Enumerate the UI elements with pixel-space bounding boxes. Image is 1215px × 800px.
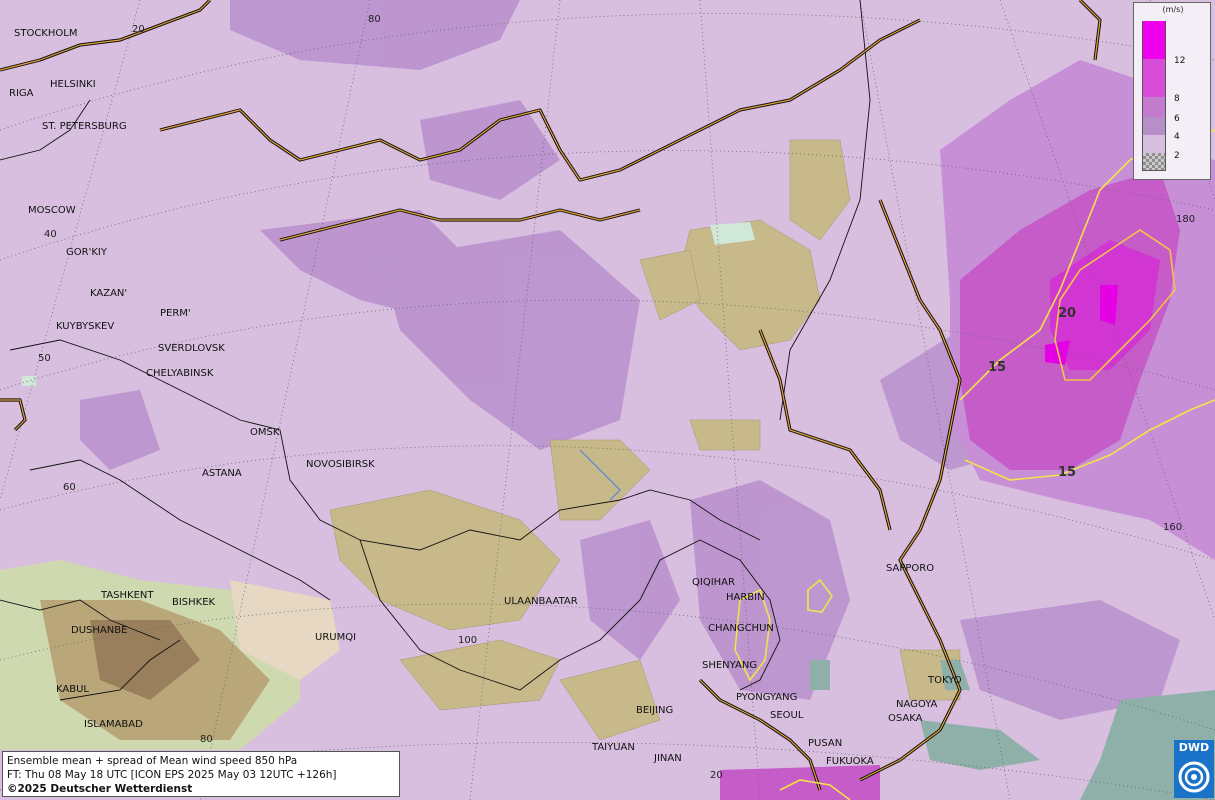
- legend-tick: 2: [1174, 151, 1180, 161]
- dwd-logo: DWD: [1174, 740, 1214, 798]
- city-label: PUSAN: [808, 738, 842, 749]
- grid-label: 180: [1176, 214, 1195, 225]
- city-label: QIQIHAR: [692, 577, 735, 588]
- grid-label: 60: [63, 482, 76, 493]
- legend: (m/s) 12 8 6 4 2: [1133, 2, 1211, 180]
- legend-tick: 12: [1174, 56, 1186, 66]
- grid-label: 20: [132, 24, 145, 35]
- city-label: URUMQI: [315, 632, 356, 643]
- city-label: PYONGYANG: [736, 692, 797, 703]
- city-label: KAZAN': [90, 288, 127, 299]
- legend-swatch-12: [1142, 21, 1166, 59]
- grid-label: 50: [38, 353, 51, 364]
- city-label: HELSINKI: [50, 79, 96, 90]
- contour-label: 15: [1058, 465, 1076, 480]
- legend-tick: 8: [1174, 94, 1180, 104]
- legend-tick: 6: [1174, 114, 1180, 124]
- legend-swatch-4: [1142, 117, 1166, 135]
- city-label: NAGOYA: [896, 699, 938, 710]
- city-label: SAPPORO: [886, 563, 934, 574]
- city-label: ISLAMABAD: [84, 719, 143, 730]
- contour-label: 20: [1058, 306, 1076, 321]
- legend-swatch-0: [1142, 153, 1166, 171]
- city-label: TAIYUAN: [591, 742, 635, 753]
- city-label: STOCKHOLM: [14, 28, 77, 39]
- city-label: KABUL: [56, 684, 89, 695]
- weather-map[interactable]: 20 15 15 20 80 40 50 60 100 80 20 180 16…: [0, 0, 1215, 800]
- dwd-swirl-icon: [1178, 761, 1210, 793]
- grid-label: 160: [1163, 522, 1182, 533]
- legend-swatch-2: [1142, 135, 1166, 153]
- info-box: Ensemble mean + spread of Mean wind spee…: [2, 751, 400, 797]
- city-label: CHANGCHUN: [708, 623, 774, 634]
- grid-label: 80: [368, 14, 381, 25]
- city-label: SVERDLOVSK: [158, 343, 225, 354]
- city-label: ASTANA: [202, 468, 242, 479]
- city-label: CHELYABINSK: [146, 368, 214, 379]
- city-label: ULAANBAATAR: [504, 596, 578, 607]
- city-label: HARBIN: [726, 592, 765, 603]
- legend-unit: (m/s): [1162, 5, 1184, 14]
- grid-label: 40: [44, 229, 57, 240]
- legend-swatch-8: [1142, 59, 1166, 97]
- city-label: PERM': [160, 308, 191, 319]
- legend-swatch-6: [1142, 97, 1166, 117]
- city-label: OMSK: [250, 427, 280, 438]
- city-label: RIGA: [9, 88, 34, 99]
- city-label: OSAKA: [888, 713, 923, 724]
- city-label: DUSHANBE: [71, 625, 127, 636]
- city-label: KUYBYSKEV: [56, 321, 114, 332]
- city-label: BISHKEK: [172, 597, 216, 608]
- legend-tick: 4: [1174, 132, 1180, 142]
- copyright: ©2025 Deutscher Wetterdienst: [7, 783, 193, 795]
- city-label: TASHKENT: [100, 590, 154, 601]
- city-label: FUKUOKA: [826, 756, 874, 767]
- product-title: Ensemble mean + spread of Mean wind spee…: [7, 755, 298, 767]
- city-label: TOKYO: [927, 675, 962, 686]
- forecast-time: FT: Thu 08 May 18 UTC [ICON EPS 2025 May…: [7, 769, 337, 781]
- city-label: SEOUL: [770, 710, 804, 721]
- city-label: ST. PETERSBURG: [42, 121, 127, 132]
- grid-label: 80: [200, 734, 213, 745]
- city-label: JINAN: [653, 753, 682, 764]
- city-label: BEIJING: [636, 705, 673, 716]
- contour-label: 15: [988, 360, 1006, 375]
- city-label: SHENYANG: [702, 660, 757, 671]
- grid-label: 100: [458, 635, 477, 646]
- city-label: NOVOSIBIRSK: [306, 459, 375, 470]
- city-label: GOR'KIY: [66, 247, 108, 258]
- city-label: MOSCOW: [28, 205, 76, 216]
- grid-label: 20: [710, 770, 723, 781]
